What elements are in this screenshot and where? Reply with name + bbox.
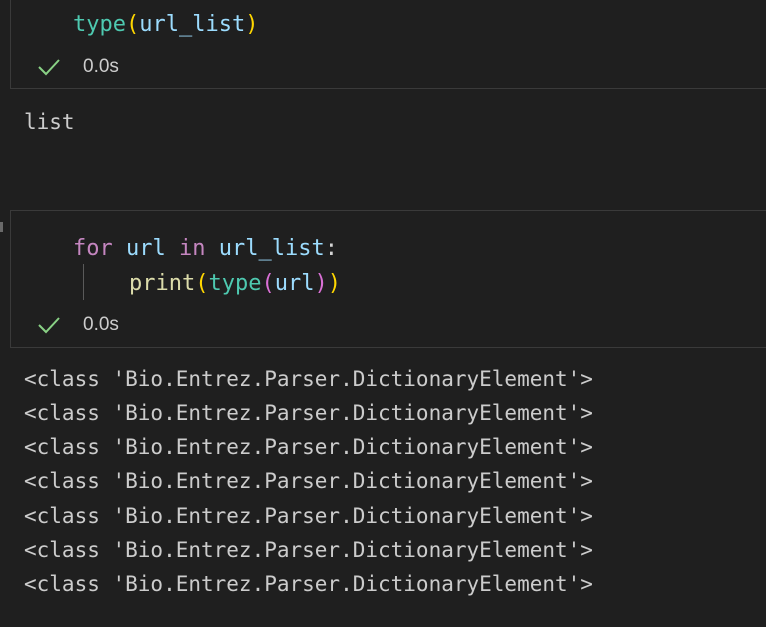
paren-close: ): [245, 12, 259, 37]
code-line-type-call[interactable]: type(url_list): [73, 12, 258, 38]
indent-guide: [83, 264, 84, 300]
execution-time: 0.0s: [83, 56, 119, 77]
execution-time: 0.0s: [83, 314, 119, 335]
cell-1-output: list: [24, 110, 75, 134]
execution-status: 0.0s: [37, 56, 119, 78]
check-icon: [38, 59, 60, 76]
code-cell-2[interactable]: for url in url_list: print(type(url)) 0.…: [10, 210, 766, 348]
print-function: print: [129, 271, 196, 296]
output-line: <class 'Bio.Entrez.Parser.DictionaryElem…: [24, 367, 593, 391]
colon: :: [324, 236, 338, 261]
type-function: type: [208, 271, 262, 296]
output-line: <class 'Bio.Entrez.Parser.DictionaryElem…: [24, 538, 593, 562]
code-line-for[interactable]: for url in url_list:: [73, 236, 338, 262]
paren-close-inner: ): [314, 271, 328, 296]
function-name: type: [73, 12, 126, 37]
paren-close-outer: ): [327, 271, 341, 296]
iterable: url_list: [218, 236, 325, 261]
check-icon: [38, 317, 60, 334]
paren-open-outer: (: [195, 271, 209, 296]
output-line: <class 'Bio.Entrez.Parser.DictionaryElem…: [24, 401, 593, 425]
output-line: <class 'Bio.Entrez.Parser.DictionaryElem…: [24, 572, 593, 596]
loop-variable: url: [126, 236, 166, 261]
paren-open: (: [125, 12, 140, 37]
paren-open-inner: (: [261, 271, 275, 296]
argument: url: [274, 271, 315, 296]
keyword-in: in: [179, 236, 206, 261]
argument: url_list: [139, 12, 246, 37]
execution-status: 0.0s: [37, 314, 119, 336]
output-line: <class 'Bio.Entrez.Parser.DictionaryElem…: [24, 504, 593, 528]
cell-focus-indicator: [0, 222, 3, 232]
output-line: <class 'Bio.Entrez.Parser.DictionaryElem…: [24, 435, 593, 459]
code-line-print[interactable]: print(type(url)): [129, 271, 341, 297]
keyword-for: for: [73, 236, 113, 261]
code-cell-1[interactable]: type(url_list) 0.0s: [10, 0, 766, 89]
output-line: <class 'Bio.Entrez.Parser.DictionaryElem…: [24, 469, 593, 493]
